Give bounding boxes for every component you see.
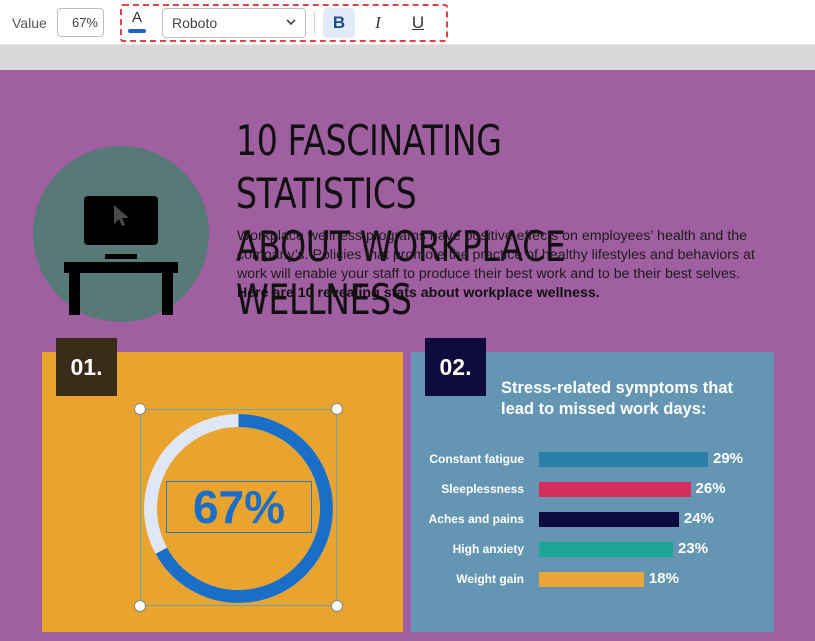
underline-button[interactable]: U <box>402 8 434 38</box>
italic-button[interactable]: I <box>362 8 394 38</box>
bar-label: Constant fatigue <box>429 452 524 466</box>
selection-frame[interactable] <box>140 409 337 606</box>
value-label: Value <box>12 15 47 31</box>
resize-handle-top-right[interactable] <box>331 403 343 415</box>
bar <box>539 512 679 527</box>
hero-icon-circle <box>33 146 209 322</box>
bar-value-label: 26% <box>696 480 726 497</box>
resize-handle-bottom-left[interactable] <box>134 600 146 612</box>
title-line-1: 10 FASCINATING STATISTICS <box>236 116 502 218</box>
bar-label: Weight gain <box>456 572 524 586</box>
bar-row: Weight gain 18% <box>412 570 774 590</box>
text-color-swatch <box>128 29 146 33</box>
bar-row: Aches and pains 24% <box>412 510 774 530</box>
text-formatting-toolbar: Value 67% A Roboto B I U <box>0 0 815 45</box>
bar <box>539 542 673 557</box>
text-color-button[interactable]: A <box>126 9 148 35</box>
design-canvas[interactable]: 10 FASCINATING STATISTICS ABOUT WORKPLAC… <box>0 70 815 641</box>
font-family-value: Roboto <box>172 15 217 31</box>
bold-button[interactable]: B <box>323 8 355 38</box>
chart-title: Stress-related symptoms that lead to mis… <box>501 378 761 420</box>
font-family-select[interactable]: Roboto <box>162 8 306 38</box>
bar <box>539 482 691 497</box>
resize-handle-top-left[interactable] <box>134 403 146 415</box>
stat-number-2: 02. <box>425 338 486 396</box>
bar <box>539 572 644 587</box>
text-color-icon: A <box>126 9 148 27</box>
intro-bold-text: Here are 10 revealing stats about workpl… <box>237 285 600 301</box>
resize-handle-bottom-right[interactable] <box>331 600 343 612</box>
value-input[interactable]: 67% <box>57 8 104 37</box>
stat-number-1: 01. <box>56 338 117 396</box>
bar-label: Sleeplessness <box>441 482 524 496</box>
toolbar-divider <box>314 12 315 34</box>
bar-value-label: 24% <box>684 510 714 527</box>
bar-label: Aches and pains <box>429 512 524 526</box>
bar <box>539 452 708 467</box>
intro-text: Workplace wellness programs have positiv… <box>237 228 755 282</box>
bar-value-label: 29% <box>713 450 743 467</box>
bar-value-label: 23% <box>678 540 708 557</box>
bar-row: Sleeplessness 26% <box>412 480 774 500</box>
bar-row: High anxiety 23% <box>412 540 774 560</box>
chevron-down-icon <box>285 9 297 47</box>
intro-paragraph: Workplace wellness programs have positiv… <box>237 227 765 303</box>
bar-row: Constant fatigue 29% <box>412 450 774 470</box>
computer-desk-icon <box>33 146 209 322</box>
bar-value-label: 18% <box>649 570 679 587</box>
bar-label: High anxiety <box>453 542 524 556</box>
